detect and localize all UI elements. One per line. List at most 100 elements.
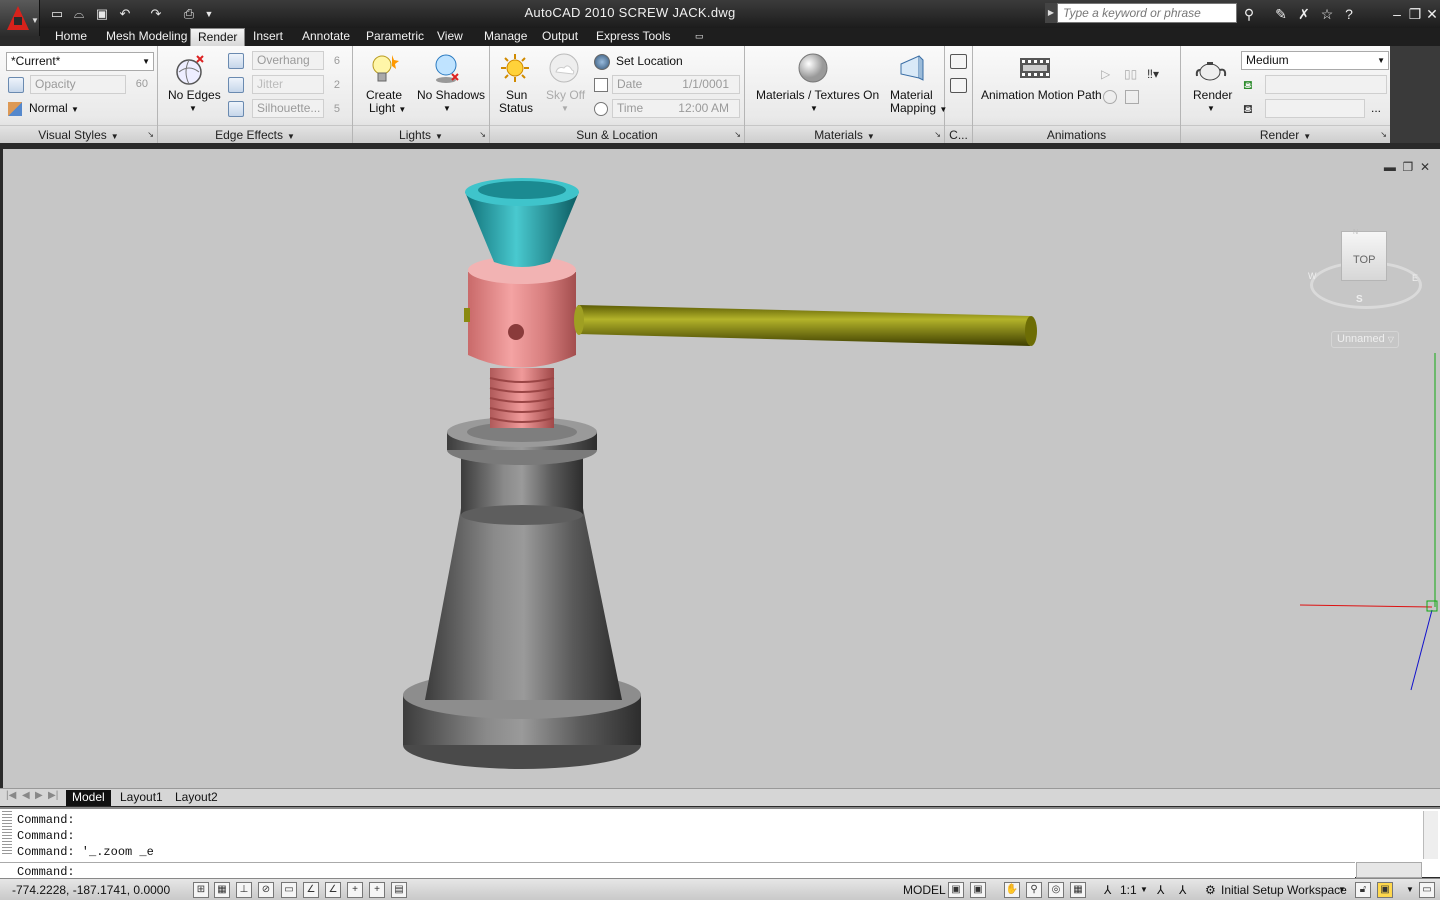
dialog-launcher-icon[interactable]: ↘ xyxy=(734,126,741,144)
tab-home[interactable]: Home xyxy=(48,28,94,46)
model-space-toggle[interactable]: MODEL xyxy=(903,883,946,897)
tab-parametric[interactable]: Parametric xyxy=(359,28,431,46)
polar-tracking-icon[interactable]: ▭ xyxy=(281,882,297,898)
tab-nav-last-icon[interactable]: ▶| xyxy=(48,790,58,801)
create-light-button[interactable]: Light ▼ xyxy=(369,102,406,116)
viewcube-north[interactable]: N xyxy=(1353,229,1358,236)
chevron-down-icon[interactable]: ▼ xyxy=(1140,885,1148,894)
infer-constraints-icon[interactable]: ⊞ xyxy=(193,882,209,898)
command-hscrollbar[interactable] xyxy=(1356,862,1422,878)
chevron-down-icon[interactable]: ▼ xyxy=(1406,885,1414,894)
tab-nav-next-icon[interactable]: ▶ xyxy=(35,790,43,801)
help-icon[interactable]: ? xyxy=(1340,5,1358,23)
hardware-acceleration-icon[interactable]: ▣ xyxy=(1377,882,1393,898)
quick-view-layouts-icon[interactable]: ▣ xyxy=(948,882,964,898)
viewcube-west[interactable]: W xyxy=(1308,271,1317,281)
minimize-icon[interactable]: – xyxy=(1388,5,1406,23)
communication-center-icon[interactable]: ✎ xyxy=(1272,5,1290,23)
render-button[interactable]: Render xyxy=(1193,89,1232,102)
chevron-down-icon[interactable]: ▼ xyxy=(189,102,197,115)
sky-off-button[interactable]: Sky Off xyxy=(546,89,585,102)
panel-title-camera[interactable]: C... xyxy=(945,125,972,143)
tab-model[interactable]: Model xyxy=(66,790,111,806)
subscription-icon[interactable]: ✗ xyxy=(1295,5,1313,23)
close-icon[interactable]: ✕ xyxy=(1423,5,1440,23)
panel-title-materials[interactable]: Materials ▼ ↘ xyxy=(745,125,944,143)
command-input[interactable]: Command: xyxy=(0,862,1355,879)
panel-title-lights[interactable]: Lights ▼ ↘ xyxy=(353,125,489,143)
viewcube-east[interactable]: E xyxy=(1412,273,1418,283)
date-slider[interactable]: Date 1/1/0001 xyxy=(612,75,740,94)
panel-title-animations[interactable]: Animations xyxy=(973,125,1180,143)
render-more-button[interactable]: ... xyxy=(1371,102,1381,115)
camera-icon[interactable] xyxy=(950,78,967,93)
coordinates-readout[interactable]: -774.2228, -187.1741, 0.0000 xyxy=(12,883,170,897)
record-icon[interactable] xyxy=(1103,90,1117,104)
render-output-size-field[interactable] xyxy=(1265,75,1387,94)
tab-layout1[interactable]: Layout1 xyxy=(114,790,169,806)
panel-title-edge-effects[interactable]: Edge Effects ▼ xyxy=(158,125,352,143)
pan-icon[interactable]: ✋ xyxy=(1004,882,1020,898)
materials-textures-button[interactable]: Materials / Textures On xyxy=(756,89,879,102)
snap-mode-icon[interactable]: ▦ xyxy=(214,882,230,898)
render-region-icon[interactable]: ⛾ xyxy=(1243,102,1259,116)
chevron-down-icon[interactable]: ▼ xyxy=(810,102,818,115)
walk-fly-icon[interactable]: ‼▾ xyxy=(1147,66,1167,82)
panel-title-render[interactable]: Render ▼ ↘ xyxy=(1181,125,1390,143)
chevron-down-icon[interactable]: ▼ xyxy=(561,102,569,115)
drawing-viewport[interactable]: ▬ ❐ ✕ TOP N S E W Unnamed ▽ xyxy=(0,146,1440,788)
favorites-star-icon[interactable]: ☆ xyxy=(1318,5,1336,23)
sun-status-button[interactable]: Status xyxy=(499,102,533,115)
chevron-down-icon[interactable]: ▼ xyxy=(443,102,451,115)
render-quality-dropdown[interactable]: Medium ▼ xyxy=(1241,51,1389,70)
auto-scale-icon[interactable]: ⅄ xyxy=(1179,883,1186,897)
overhang-icon[interactable] xyxy=(228,53,244,69)
dialog-launcher-icon[interactable]: ↘ xyxy=(147,126,154,144)
time-slider[interactable]: Time 12:00 AM xyxy=(612,99,740,118)
jitter-slider[interactable]: Jitter xyxy=(252,75,324,94)
tab-manage[interactable]: Manage xyxy=(477,28,534,46)
face-style-dropdown[interactable]: Normal ▼ xyxy=(29,102,79,116)
panel-title-sun-location[interactable]: Sun & Location ↘ xyxy=(490,125,744,143)
clean-screen-icon[interactable]: ▭ xyxy=(1419,882,1435,898)
search-input[interactable]: Type a keyword or phrase xyxy=(1057,3,1237,23)
dialog-launcher-icon[interactable]: ↘ xyxy=(934,126,941,144)
zoom-icon[interactable]: ⚲ xyxy=(1026,882,1042,898)
grid-display-icon[interactable]: ⊥ xyxy=(236,882,252,898)
panel-title-visual-styles[interactable]: Visual Styles ▼ ↘ xyxy=(0,125,157,143)
workspace-switching[interactable]: Initial Setup Workspace xyxy=(1221,883,1347,897)
jitter-icon[interactable] xyxy=(228,77,244,93)
stop-icon[interactable] xyxy=(1125,90,1139,104)
ribbon-minimize-icon[interactable]: ▭ xyxy=(688,28,711,46)
ucs-menu[interactable]: Unnamed ▽ xyxy=(1331,331,1399,348)
dialog-launcher-icon[interactable]: ↘ xyxy=(479,126,486,144)
command-grip[interactable] xyxy=(2,811,12,855)
dialog-launcher-icon[interactable]: ↘ xyxy=(1380,126,1387,144)
tab-render[interactable]: Render xyxy=(190,28,246,46)
animation-motion-path-button[interactable]: Animation Motion Path xyxy=(981,89,1102,102)
chevron-down-icon[interactable]: ▼ xyxy=(1338,885,1346,894)
pause-icon[interactable]: ▯▯ xyxy=(1124,66,1140,82)
render-presets-field[interactable] xyxy=(1265,99,1365,118)
lock-icon[interactable]: 🔓︎ xyxy=(1355,882,1371,898)
silhouette-slider[interactable]: Silhouette... xyxy=(252,99,324,118)
visual-style-dropdown[interactable]: *Current* ▼ xyxy=(6,52,154,71)
no-edges-button[interactable]: No Edges xyxy=(168,89,221,102)
object-snap-tracking-icon[interactable]: + xyxy=(347,882,363,898)
quick-view-drawings-icon[interactable]: ▣ xyxy=(970,882,986,898)
silhouette-icon[interactable] xyxy=(228,101,244,117)
set-location-button[interactable]: Set Location xyxy=(616,55,683,68)
annotation-scale-icon[interactable]: ⅄ xyxy=(1104,883,1111,897)
viewcube-south[interactable]: S xyxy=(1356,294,1363,305)
no-shadows-button[interactable]: No Shadows xyxy=(417,89,485,102)
play-icon[interactable]: ▷ xyxy=(1101,66,1117,82)
tab-output[interactable]: Output xyxy=(535,28,585,46)
showmotion-icon[interactable]: ▦ xyxy=(1070,882,1086,898)
3d-object-snap-icon[interactable]: ∠ xyxy=(325,882,341,898)
tab-express-tools[interactable]: Express Tools xyxy=(589,28,677,46)
ortho-mode-icon[interactable]: ⊘ xyxy=(258,882,274,898)
tab-view[interactable]: View xyxy=(430,28,470,46)
tab-nav-first-icon[interactable]: |◀ xyxy=(6,790,16,801)
tab-insert[interactable]: Insert xyxy=(246,28,290,46)
object-snap-icon[interactable]: ∠ xyxy=(303,882,319,898)
